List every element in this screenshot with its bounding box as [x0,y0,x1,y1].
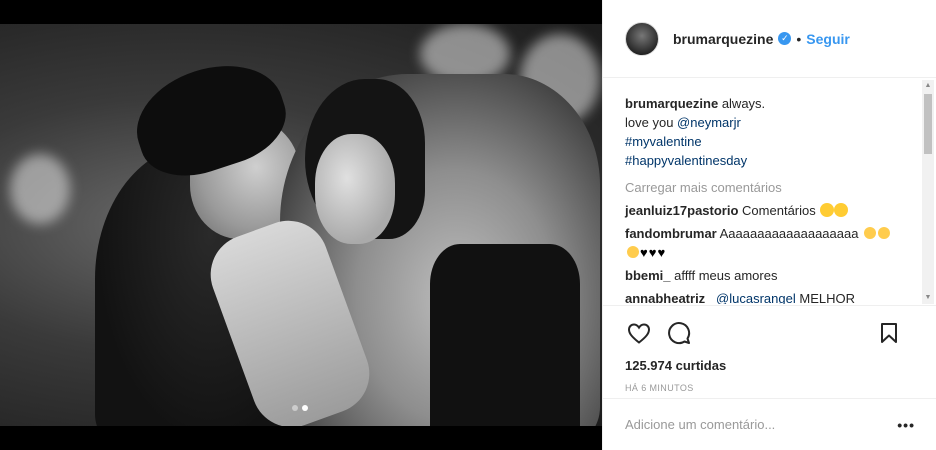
sun-emoji-icon [821,204,834,216]
comment-text: affff meus amores [674,268,778,283]
carousel-indicator [292,405,308,411]
verified-badge-icon: ✓ [778,32,792,45]
comment-input[interactable] [625,417,898,432]
caption-username[interactable]: brumarquezine [625,96,718,111]
comment-username[interactable]: annabheatriz_ [625,291,712,304]
comments-scrollbar[interactable]: ▲ ▼ [922,80,934,304]
post-timestamp[interactable]: HÁ 6 MINUTOS [625,383,915,393]
comment-item: annabheatriz_ @lucasrangel MELHOR [625,289,915,304]
black-heart-icon: ♥ [648,245,657,260]
likes-count[interactable]: 125.974 curtidas [625,358,915,373]
header-username[interactable]: brumarquezine [673,31,773,47]
load-more-comments-button[interactable]: Carregar mais comentários [625,178,915,197]
sun-emoji-icon [835,204,848,216]
comment-username[interactable]: bbemi_ [625,268,671,283]
caption: brumarquezine always. love you @neymarjr… [625,94,915,170]
scrollbar-thumb[interactable] [924,94,932,154]
caption-line2: love you [625,115,678,130]
caption-text: always. [721,96,766,111]
black-heart-icon: ♥ [640,245,648,260]
post-photo[interactable] [0,24,602,426]
photo-dress [430,244,580,426]
add-comment-bar: ••• [603,398,936,450]
post-header: brumarquezine ✓ • Seguir [603,0,936,78]
comment-text: Comentários [742,203,816,218]
black-heart-icon: ♥ [657,245,666,260]
header-separator: • [796,30,802,47]
follow-button[interactable]: Seguir [806,31,850,47]
post-media [0,0,602,450]
action-icons [625,316,915,350]
comment-text: MELHOR [799,291,855,304]
comment-mention[interactable]: @lucasrangel [716,291,796,304]
carousel-dot[interactable] [292,405,298,411]
scroll-up-arrow-icon[interactable]: ▲ [922,80,934,92]
heart-eyes-emoji-icon [878,227,891,239]
comment-item: fandombrumar Aaaaaaaaaaaaaaaaaaa ♥♥♥ [625,224,915,262]
carousel-dot-active[interactable] [302,405,308,411]
comment-item: bbemi_ affff meus amores [625,266,915,285]
more-options-icon[interactable]: ••• [897,417,915,433]
avatar[interactable] [625,21,659,56]
scroll-down-arrow-icon[interactable]: ▼ [922,292,934,304]
comment-icon[interactable] [665,319,693,347]
heart-eyes-emoji-icon [627,246,639,258]
comment-username[interactable]: jeanluiz17pastorio [625,203,738,218]
comment-item: jeanluiz17pastorio Comentários [625,201,915,220]
bookmark-icon[interactable] [875,319,903,347]
hashtag-link[interactable]: #happyvalentinesday [625,153,747,168]
post-side-panel: brumarquezine ✓ • Seguir brumarquezine a… [602,0,936,450]
photo-face-right [315,134,395,244]
caption-mention[interactable]: @neymarjr [677,115,741,130]
comment-text: Aaaaaaaaaaaaaaaaaaa [719,226,859,241]
heart-icon[interactable] [625,319,653,347]
hashtag-link[interactable]: #myvalentine [625,134,702,149]
comment-username[interactable]: fandombrumar [625,226,717,241]
bokeh-light [10,154,70,224]
heart-eyes-emoji-icon [864,227,877,239]
instagram-post-modal: brumarquezine ✓ • Seguir brumarquezine a… [0,0,936,450]
comments-list: brumarquezine always. love you @neymarjr… [603,80,936,304]
